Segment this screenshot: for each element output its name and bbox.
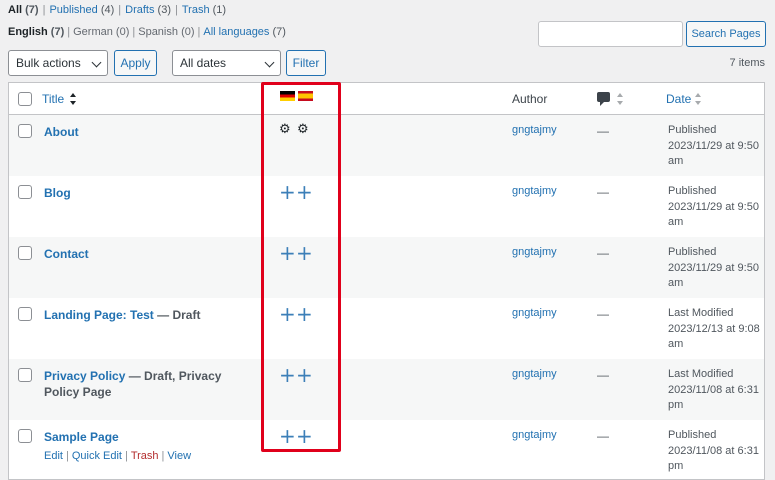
row-title-link[interactable]: About <box>44 125 79 139</box>
dates-select[interactable]: All dates <box>172 50 281 76</box>
translation-cell: + + <box>279 304 319 324</box>
translation-cell: + + <box>279 426 319 446</box>
row-checkbox[interactable] <box>18 429 32 443</box>
date-cell: Published 2023/11/08 at 6:31 pm <box>668 429 759 472</box>
lang-filter-german: German (0) <box>73 26 130 38</box>
translation-cell: + + <box>279 182 319 202</box>
row-checkbox[interactable] <box>18 246 32 260</box>
apply-button[interactable]: Apply <box>114 50 157 76</box>
edit-translation-gear-icon[interactable]: ⚙ <box>297 123 310 136</box>
add-translation-plus-icon[interactable]: + <box>296 243 313 263</box>
row-action-quick-edit[interactable]: Quick Edit <box>72 450 122 462</box>
column-author: Author <box>512 92 548 106</box>
table-row: Contact + + gngtajmy — Published 2023/11/… <box>9 237 764 298</box>
items-count: 7 items <box>729 57 765 69</box>
translation-cell: ⚙ ⚙ <box>279 122 319 140</box>
add-translation-plus-icon[interactable]: + <box>279 304 296 324</box>
table-row: Privacy Policy — Draft, Privacy Policy P… <box>9 359 764 420</box>
edit-translation-gear-icon[interactable]: ⚙ <box>279 123 292 136</box>
date-cell: Published 2023/11/29 at 9:50 am <box>668 246 759 289</box>
row-actions: Edit | Quick Edit | Trash | View <box>44 450 192 462</box>
status-filters: All (7) | Published (4) | Drafts (3) | Trash (… <box>8 4 227 16</box>
table-header: Title Author Date <box>9 83 764 115</box>
filter-trash[interactable]: Trash (1) <box>182 4 226 16</box>
add-translation-plus-icon[interactable]: + <box>296 304 313 324</box>
column-title-sort[interactable]: Title <box>42 92 64 106</box>
sort-icon <box>617 93 624 105</box>
spanish-flag-icon <box>298 91 313 101</box>
search-pages-button[interactable]: Search Pages <box>686 21 766 47</box>
comments-count: — <box>597 124 609 138</box>
author-link[interactable]: gngtajmy <box>512 185 557 197</box>
row-action-view[interactable]: View <box>167 450 191 462</box>
comments-count: — <box>597 246 609 260</box>
filter-all[interactable]: All (7) <box>8 4 39 16</box>
add-translation-plus-icon[interactable]: + <box>279 182 296 202</box>
sort-icon <box>70 93 77 105</box>
translation-cell: + + <box>279 243 319 263</box>
comment-icon[interactable] <box>597 92 610 106</box>
author-link[interactable]: gngtajmy <box>512 429 557 441</box>
row-checkbox[interactable] <box>18 124 32 138</box>
row-title-link[interactable]: Blog <box>44 186 71 200</box>
language-filters: English (7) | German (0) | Spanish (0) | All l… <box>8 26 286 38</box>
date-cell: Published 2023/11/29 at 9:50 am <box>668 124 759 167</box>
comments-count: — <box>597 185 609 199</box>
comments-count: — <box>597 368 609 382</box>
add-translation-plus-icon[interactable]: + <box>296 365 313 385</box>
select-all-checkbox[interactable] <box>18 92 32 106</box>
author-link[interactable]: gngtajmy <box>512 307 557 319</box>
table-row: About ⚙ ⚙ gngtajmy — Published 2023/11/29… <box>9 115 764 176</box>
date-cell: Published 2023/11/29 at 9:50 am <box>668 185 759 228</box>
column-date-sort[interactable]: Date <box>666 92 691 106</box>
row-title-link[interactable]: Sample Page <box>44 430 119 444</box>
date-cell: Last Modified 2023/12/13 at 9:08 am <box>668 307 760 350</box>
row-title-link[interactable]: Landing Page: Test <box>44 308 154 322</box>
filter-button[interactable]: Filter <box>286 50 326 76</box>
add-translation-plus-icon[interactable]: + <box>296 182 313 202</box>
filter-drafts[interactable]: Drafts (3) <box>125 4 171 16</box>
add-translation-plus-icon[interactable]: + <box>279 426 296 446</box>
lang-filter-all[interactable]: All languages (7) <box>203 26 286 38</box>
pages-table: Title Author Date About ⚙ ⚙ gngtajmy — P… <box>8 82 765 480</box>
post-state: — Draft <box>153 308 201 322</box>
author-link[interactable]: gngtajmy <box>512 246 557 258</box>
row-checkbox[interactable] <box>18 185 32 199</box>
lang-filter-spanish: Spanish (0) <box>138 26 195 38</box>
table-row: Sample Page Edit | Quick Edit | Trash | View +… <box>9 420 764 479</box>
comments-count: — <box>597 429 609 443</box>
table-row: Landing Page: Test — Draft + + gngtajmy … <box>9 298 764 359</box>
comments-count: — <box>597 307 609 321</box>
add-translation-plus-icon[interactable]: + <box>279 365 296 385</box>
row-action-trash[interactable]: Trash <box>131 450 159 462</box>
table-row: Blog + + gngtajmy — Published 2023/11/29 … <box>9 176 764 237</box>
chevron-down-icon <box>264 57 275 68</box>
sort-icon <box>695 93 702 105</box>
search-input[interactable] <box>538 21 683 47</box>
author-link[interactable]: gngtajmy <box>512 368 557 380</box>
row-checkbox[interactable] <box>18 368 32 382</box>
row-action-edit[interactable]: Edit <box>44 450 63 462</box>
translation-cell: + + <box>279 365 319 385</box>
row-title-link[interactable]: Privacy Policy <box>44 369 125 383</box>
row-checkbox[interactable] <box>18 307 32 321</box>
date-cell: Last Modified 2023/11/08 at 6:31 pm <box>668 368 759 411</box>
row-title-link[interactable]: Contact <box>44 247 89 261</box>
add-translation-plus-icon[interactable]: + <box>279 243 296 263</box>
chevron-down-icon <box>91 57 102 68</box>
author-link[interactable]: gngtajmy <box>512 124 557 136</box>
add-translation-plus-icon[interactable]: + <box>296 426 313 446</box>
filter-published[interactable]: Published (4) <box>49 4 114 16</box>
lang-filter-english[interactable]: English (7) <box>8 26 64 38</box>
bulk-actions-select[interactable]: Bulk actions <box>8 50 108 76</box>
german-flag-icon <box>280 91 295 101</box>
